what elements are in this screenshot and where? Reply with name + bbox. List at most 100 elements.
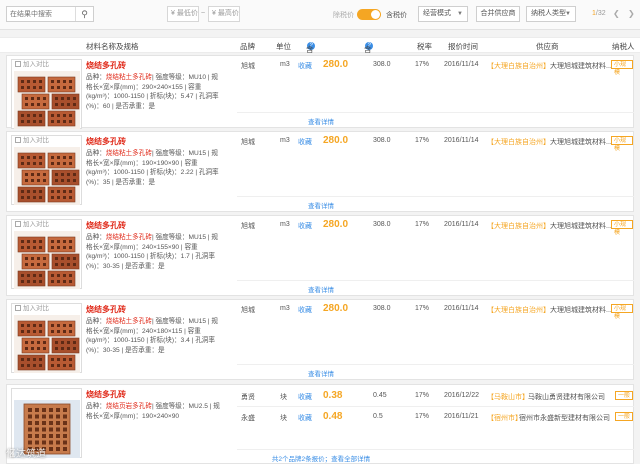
supplier-region[interactable]: 【大理白族自治州】 [487,137,550,147]
info-price-cell: 308.0 [373,61,391,68]
checkbox-icon[interactable] [15,305,21,312]
tax-rate-cell: 17% [415,61,430,68]
favorite-link[interactable]: 收藏 [298,61,312,71]
favorite-link[interactable]: 收藏 [298,413,312,423]
range-separator: ~ [201,10,206,17]
spec-text: | 强度等级：MU15 | 规 [151,150,219,157]
unit-cell: m3 [280,221,290,228]
view-details-link[interactable]: 查看详情 [7,368,635,378]
price-max-input[interactable]: ¥ 最高价 [208,6,240,22]
business-mode-label: 经营模式 [423,10,451,17]
spec-line: 品种：烧结粘土多孔砖| 强度等级：MU10 | 规 [86,73,236,83]
checkbox-icon[interactable] [15,221,21,228]
supplier-region[interactable]: 【大理白族自治州】 [487,305,550,315]
spec-text: (%)：30-35 | 是否承重：是 [86,346,165,354]
info-price-cell: 308.0 [373,221,391,228]
spec-text: 格长×宽×厚(mm)：190×190×90 | 容重 [86,159,198,167]
spec-line: (kg/m³)：1000-1150 | 折标(块)：2.22 | 孔洞率 [86,168,236,178]
taxpayer-type-dropdown[interactable]: 纳税人类型 ▼ [526,6,576,22]
detail-divider [237,449,634,450]
supplier-name[interactable]: 大理旭城建筑材料... [550,61,612,71]
spec-text: 品种： [86,150,106,157]
add-compare-label: 加入对比 [23,305,49,312]
product-thumbnail[interactable]: 加入对比 [11,303,82,373]
col-info-price[interactable]: 含税信息价? [364,41,373,98]
view-details-link[interactable]: 查看详情 [7,284,635,294]
market-price-cell: 280.0 [323,303,349,314]
checkbox-icon[interactable] [15,61,21,68]
toggle-label-tax: 含税价 [386,12,407,19]
view-details-link[interactable]: 共2个品牌2条报价；查看全部详情 [7,453,635,463]
supplier-name[interactable]: 大理旭城建筑材料... [550,221,612,231]
product-spec: 品种：烧结粘土多孔砖| 强度等级：MU15 | 规格长×宽×厚(mm)：240×… [86,317,236,355]
product-name[interactable]: 烧结多孔砖 [86,389,126,400]
supplier-region[interactable]: 【马鞍山市】 [487,392,529,402]
col-brand: 品牌 [240,42,255,51]
info-price-cell: 0.5 [373,413,383,420]
next-page-icon[interactable]: ❯ [628,9,635,18]
supplier-name[interactable]: 宿州市永盛新型建材有限公司 [519,413,610,423]
favorite-link[interactable]: 收藏 [298,392,312,402]
spec-line: 品种：烧结粘土多孔砖| 强度等级：MU15 | 规 [86,317,236,327]
spec-text: (%)：60 | 是否承重：是 [86,102,156,110]
checkbox-icon[interactable] [15,137,21,144]
add-compare-checkbox[interactable]: 加入对比 [12,304,81,314]
spec-line: 格长×宽×厚(mm)：290×240×155 | 容重 [86,83,236,93]
detail-divider [237,196,634,197]
row-divider [237,406,634,407]
add-compare-checkbox[interactable]: 加入对比 [12,136,81,146]
unit-cell: 块 [280,415,287,422]
product-spec: 品种：烧结粘土多孔砖| 强度等级：MU15 | 规格长×宽×厚(mm)：190×… [86,149,236,187]
product-thumbnail[interactable]: 加入对比 [11,135,82,205]
view-details-link[interactable]: 查看详情 [7,200,635,210]
supplier-region[interactable]: 【宿州市】 [487,413,522,423]
product-name[interactable]: 烧结多孔砖 [86,220,126,231]
favorite-link[interactable]: 收藏 [298,137,312,147]
supplier-region[interactable]: 【大理白族自治州】 [487,221,550,231]
spec-text: | 强度等级：MU2.5 | 规 [151,403,220,410]
add-compare-label: 加入对比 [23,221,49,228]
search-box[interactable]: ⚲ [6,6,94,22]
business-mode-dropdown[interactable]: 经营模式 ▼ [418,6,468,22]
spec-line: (kg/m³)：1000-1150 | 折标(块)：5.47 | 孔洞率 [86,92,236,102]
supplier-name[interactable]: 大理旭城建筑材料... [550,305,612,315]
spec-text: 格长×宽×厚(mm)：240×180×115 | 容重 [86,327,201,335]
search-icon[interactable]: ⚲ [75,7,93,21]
info-price-cell: 308.0 [373,305,391,312]
favorite-link[interactable]: 收藏 [298,221,312,231]
spec-text: 品种： [86,318,106,325]
market-price-cell: 280.0 [323,219,349,230]
unit-cell: m3 [280,305,290,312]
spec-text: 格长×宽×厚(mm)：190×240×90 [86,412,180,420]
merge-supplier-button[interactable]: 合并供应商 [476,6,520,22]
spec-line: 格长×宽×厚(mm)：190×240×90 [86,412,236,422]
product-name[interactable]: 烧结多孔砖 [86,136,126,147]
filter-toolbar: ⚲ ¥ 最低价 ~ ¥ 最高价 除税价 含税价 经营模式 ▼ 合并供应商 纳税人类… [0,0,640,30]
product-thumbnail[interactable]: 加入对比 [11,219,82,289]
tax-toggle-switch[interactable] [357,9,381,20]
tax-rate-cell: 17% [415,392,430,399]
supplier-name[interactable]: 马鞍山勇贤建材有限公司 [528,392,605,402]
supplier-name[interactable]: 大理旭城建筑材料... [550,137,612,147]
spec-text: 烧结粘土多孔砖 [105,74,152,81]
spec-line: (%)：30-35 | 是否承重：是 [86,346,236,356]
add-compare-checkbox[interactable]: 加入对比 [12,60,81,70]
spec-text: 格长×宽×厚(mm)：240×155×90 | 容重 [86,243,198,251]
supplier-region[interactable]: 【大理白族自治州】 [487,61,550,71]
col-market-price[interactable]: 含税市场价? [306,41,315,98]
search-input[interactable] [7,7,77,21]
col-taxpayer: 纳税人 [612,42,635,51]
product-name[interactable]: 烧结多孔砖 [86,60,126,71]
spec-text: 烧结粘土多孔砖 [105,318,152,325]
price-min-input[interactable]: ¥ 最低价 [167,6,199,22]
spec-line: 品种：烧结页岩多孔砖| 强度等级：MU2.5 | 规 [86,402,236,412]
report-time-cell: 2016/12/22 [444,392,480,399]
add-compare-checkbox[interactable]: 加入对比 [12,220,81,230]
favorite-link[interactable]: 收藏 [298,305,312,315]
prev-page-icon[interactable]: ❮ [613,9,620,18]
chevron-down-icon: ▼ [457,11,463,17]
report-time-cell: 2016/11/14 [444,137,479,144]
product-name[interactable]: 烧结多孔砖 [86,304,126,315]
detail-divider [237,364,634,365]
view-details-link[interactable]: 查看详情 [7,116,635,126]
